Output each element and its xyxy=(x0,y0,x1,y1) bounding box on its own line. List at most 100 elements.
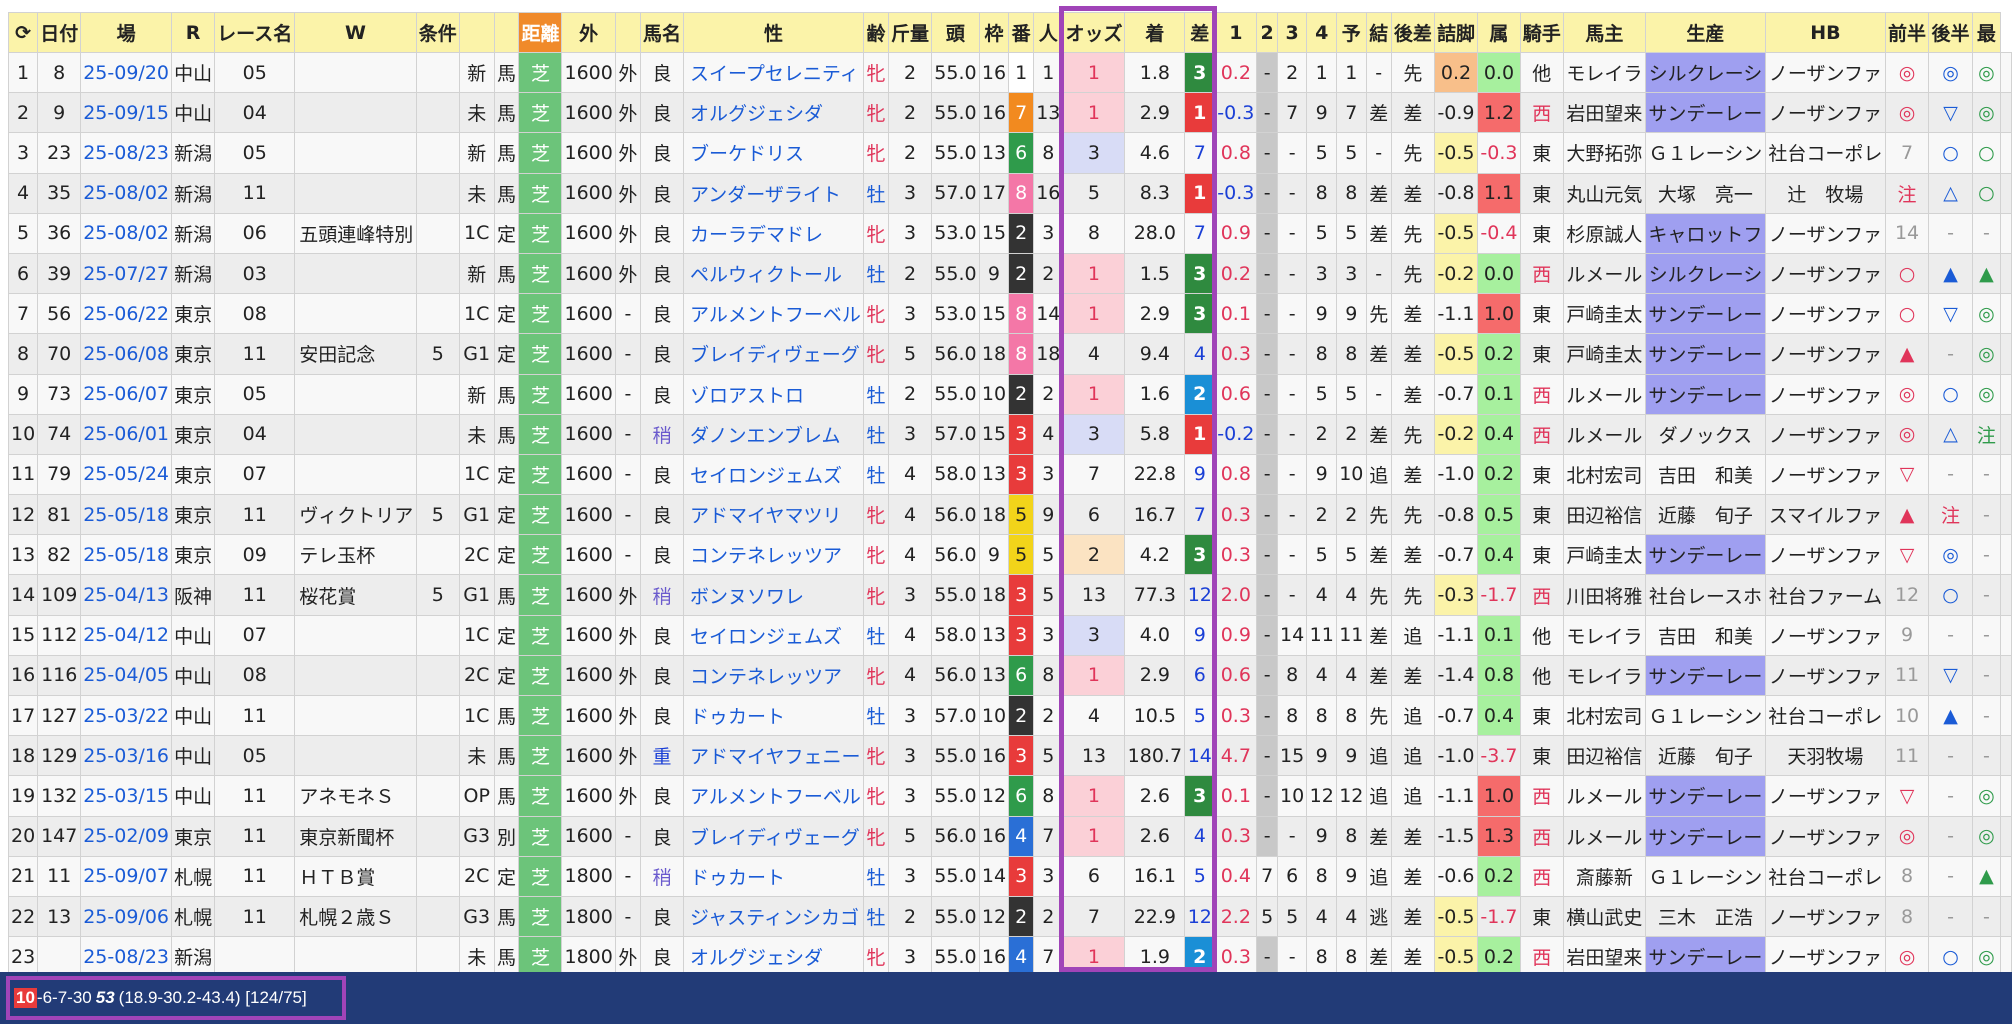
cell-c13[interactable]: ブレイディヴェーグ xyxy=(683,815,864,857)
table-row[interactable]: 20 147 25-02/09 東京 11 東京新聞杯 G3 別芝 1600- 良ブレイディヴェー… xyxy=(7,815,2012,857)
col-header-26[interactable]: 予 xyxy=(1336,12,1367,53)
reload-icon[interactable]: ⟳ xyxy=(7,12,39,53)
col-header-24[interactable]: 3 xyxy=(1276,12,1308,53)
cell-c13[interactable]: セイロンジェムズ xyxy=(683,614,864,656)
table-row[interactable]: 15 112 25-04/12 中山 07 1C 定芝 1600 外良セイロンジェムズ牡 4 58.… xyxy=(7,614,2012,656)
col-header-4[interactable]: W xyxy=(294,12,417,53)
cell-c13[interactable]: アルメントフーベル xyxy=(683,293,864,335)
col-header-33[interactable]: 生産 xyxy=(1644,12,1767,53)
cell-c2[interactable]: 25-04/13 xyxy=(80,574,172,616)
col-header-10[interactable] xyxy=(614,12,642,53)
col-header-7[interactable] xyxy=(493,12,520,53)
cell-c13[interactable]: カーラデマドレ xyxy=(683,212,864,254)
cell-c2[interactable]: 25-08/23 xyxy=(80,936,172,972)
cell-c2[interactable]: 25-03/15 xyxy=(80,775,172,817)
cell-c2[interactable]: 25-05/18 xyxy=(80,494,172,536)
col-header-28[interactable]: 後差 xyxy=(1390,12,1435,53)
table-row[interactable]: 5 36 25-08/02 新潟 06 五頭連峰特別 1C 定芝 1600 外良カーラデマドレ牝 3… xyxy=(7,212,2012,254)
table-row[interactable]: 18 129 25-03/16 中山 05 未馬芝 1600 外重アドマイヤフェニー牝 3 55.… xyxy=(7,735,2012,777)
cell-c13[interactable]: ドゥカート xyxy=(683,694,864,737)
col-header-34[interactable]: HB xyxy=(1765,12,1886,53)
cell-c13[interactable]: アンダーザライト xyxy=(683,172,864,214)
cell-c2[interactable]: 25-08/02 xyxy=(80,172,172,214)
cell-c2[interactable]: 25-09/20 xyxy=(80,51,172,94)
cell-c2[interactable]: 25-02/09 xyxy=(80,815,172,857)
cell-c2[interactable]: 25-05/18 xyxy=(80,534,172,576)
table-row[interactable]: 21 11 25-09/07 札幌 11 ＨＴＢ賞 2C 定芝 1800- 稍ドゥカート牡 3 55.… xyxy=(7,855,2012,897)
col-header-25[interactable]: 4 xyxy=(1306,12,1338,53)
cell-c13[interactable]: アドマイヤフェニー xyxy=(683,735,864,777)
table-row[interactable]: 22 13 25-09/06 札幌 11 札幌２歳Ｓ G3 馬芝 1800- 良ジャスティンシカゴ… xyxy=(7,895,2012,938)
col-header-18[interactable]: 人 xyxy=(1033,12,1064,53)
table-row[interactable]: 11 79 25-05/24 東京 07 1C 定芝 1600- 良セイロンジェムズ牡 4 58.0… xyxy=(7,453,2012,496)
cell-c2[interactable]: 25-03/22 xyxy=(80,694,172,737)
cell-c2[interactable]: 25-09/15 xyxy=(80,92,172,134)
col-header-36[interactable]: 後半 xyxy=(1928,12,1973,53)
cell-c2[interactable]: 25-05/24 xyxy=(80,453,172,496)
cell-c2[interactable]: 25-08/23 xyxy=(80,132,172,174)
col-header-9[interactable]: 外 xyxy=(561,12,616,53)
cell-c13[interactable]: アドマイヤマツリ xyxy=(683,494,864,536)
col-header-22[interactable]: 1 xyxy=(1214,12,1258,53)
col-header-8[interactable]: 距離 xyxy=(518,12,563,53)
cell-c13[interactable]: ペルウィクトール xyxy=(683,252,864,295)
cell-c13[interactable]: スイープセレニティ xyxy=(683,51,864,94)
col-header-12[interactable]: 性 xyxy=(683,12,864,53)
cell-c13[interactable]: コンテネレッツア xyxy=(683,654,864,697)
table-row[interactable]: 14 109 25-04/13 阪神 11 桜花賞 5 G1 馬芝 1600 外稍ボンヌソワレ牝 3 5… xyxy=(7,574,2012,616)
cell-c13[interactable]: オルグジェシダ xyxy=(683,936,864,972)
col-header-20[interactable]: 着 xyxy=(1124,12,1186,53)
cell-c2[interactable]: 25-06/01 xyxy=(80,413,172,455)
cell-c13[interactable]: ブーケドリス xyxy=(683,132,864,174)
cell-c2[interactable]: 25-07/27 xyxy=(80,252,172,295)
table-row[interactable]: 17 127 25-03/22 中山 11 1C 馬芝 1600 外良ドゥカート牡 3 57.0 10… xyxy=(7,694,2012,737)
cell-c2[interactable]: 25-08/02 xyxy=(80,212,172,254)
cell-c13[interactable]: セイロンジェムズ xyxy=(683,453,864,496)
table-row[interactable]: 23 25-08/23 新潟 未馬芝 1800 外良オルグジェシダ牝 3 55.0 16 4 7 1 1… xyxy=(7,936,2012,972)
col-header-30[interactable]: 属 xyxy=(1477,12,1521,53)
table-row[interactable]: 8 70 25-06/08 東京 11 安田記念 5 G1 定芝 1600- 良ブレイディヴェーグ牝… xyxy=(7,333,2012,375)
table-row[interactable]: 10 74 25-06/01 東京 04 未馬芝 1600- 稍ダノンエンブレム牡 3 57.0 1… xyxy=(7,413,2012,455)
cell-c13[interactable]: ブレイディヴェーグ xyxy=(683,333,864,375)
col-header-13[interactable]: 齢 xyxy=(862,12,890,53)
cell-c13[interactable]: ボンヌソワレ xyxy=(683,574,864,616)
table-row[interactable]: 2 9 25-09/15 中山 04 未馬芝 1600 外良オルグジェシダ牝 2 55.0 16 7 1… xyxy=(7,92,2012,134)
table-row[interactable]: 19 132 25-03/15 中山 11 アネモネＳ OP 馬芝 1600 外良アルメントフーベ… xyxy=(7,775,2012,817)
col-header-3[interactable]: レース名 xyxy=(214,12,296,53)
table-row[interactable]: 3 23 25-08/23 新潟 05 新馬芝 1600 外良ブーケドリス牝 2 55.0 13 6 8… xyxy=(7,132,2012,174)
table-row[interactable]: 4 35 25-08/02 新潟 11 未馬芝 1600 外良アンダーザライト牡 3 57.0 17… xyxy=(7,172,2012,214)
col-header-5[interactable]: 条件 xyxy=(415,12,460,53)
cell-c13[interactable]: コンテネレッツア xyxy=(683,534,864,576)
table-row[interactable]: 7 56 25-06/22 東京 08 1C 定芝 1600- 良アルメントフーベル牝 3 53.0… xyxy=(7,293,2012,335)
table-row[interactable]: 6 39 25-07/27 新潟 03 新馬芝 1600 外良ペルウィクトール牡 2 55.0 9 2… xyxy=(7,252,2012,295)
cell-c2[interactable]: 25-09/06 xyxy=(80,895,172,938)
table-row[interactable]: 1 8 25-09/20 中山 05 新馬芝 1600 外良スイープセレニティ牝 2 55.0 16… xyxy=(7,51,2012,94)
table-row[interactable]: 13 82 25-05/18 東京 09 テレ玉杯 2C 定芝 1600- 良コンテネレッツア牝 4… xyxy=(7,534,2012,576)
col-header-1[interactable]: 場 xyxy=(80,12,172,53)
col-header-15[interactable]: 頭 xyxy=(931,12,980,53)
cell-c2[interactable]: 25-03/16 xyxy=(80,735,172,777)
col-header-31[interactable]: 騎手 xyxy=(1519,12,1564,53)
cell-c2[interactable]: 25-06/22 xyxy=(80,293,172,335)
col-header-23[interactable]: 2 xyxy=(1256,12,1278,53)
col-header-17[interactable]: 番 xyxy=(1008,12,1035,53)
col-header-27[interactable]: 結 xyxy=(1365,12,1392,53)
cell-c2[interactable]: 25-04/05 xyxy=(80,654,172,697)
col-header-21[interactable]: 差 xyxy=(1184,12,1216,53)
cell-c13[interactable]: オルグジェシダ xyxy=(683,92,864,134)
cell-c13[interactable]: アルメントフーベル xyxy=(683,775,864,817)
col-header-29[interactable]: 詰脚 xyxy=(1433,12,1479,53)
cell-c2[interactable]: 25-04/12 xyxy=(80,614,172,656)
cell-c2[interactable]: 25-09/07 xyxy=(80,855,172,897)
col-header-0[interactable]: 日付 xyxy=(37,12,82,53)
col-header-19[interactable]: オッズ xyxy=(1062,12,1126,53)
col-header-11[interactable]: 馬名 xyxy=(640,12,685,53)
col-header-32[interactable]: 馬主 xyxy=(1562,12,1646,53)
col-header-35[interactable]: 前半 xyxy=(1884,12,1930,53)
table-row[interactable]: 12 81 25-05/18 東京 11 ヴィクトリア 5 G1 定芝 1600- 良アドマイヤマツ… xyxy=(7,494,2012,536)
cell-c13[interactable]: ゾロアストロ xyxy=(683,373,864,415)
cell-c2[interactable]: 25-06/08 xyxy=(80,333,172,375)
col-header-2[interactable]: R xyxy=(170,12,216,53)
col-header-37[interactable]: 最 xyxy=(1971,12,2001,53)
table-row[interactable]: 16 116 25-04/05 中山 08 2C 定芝 1600 外良コンテネレッツア牝 4 56.… xyxy=(7,654,2012,697)
